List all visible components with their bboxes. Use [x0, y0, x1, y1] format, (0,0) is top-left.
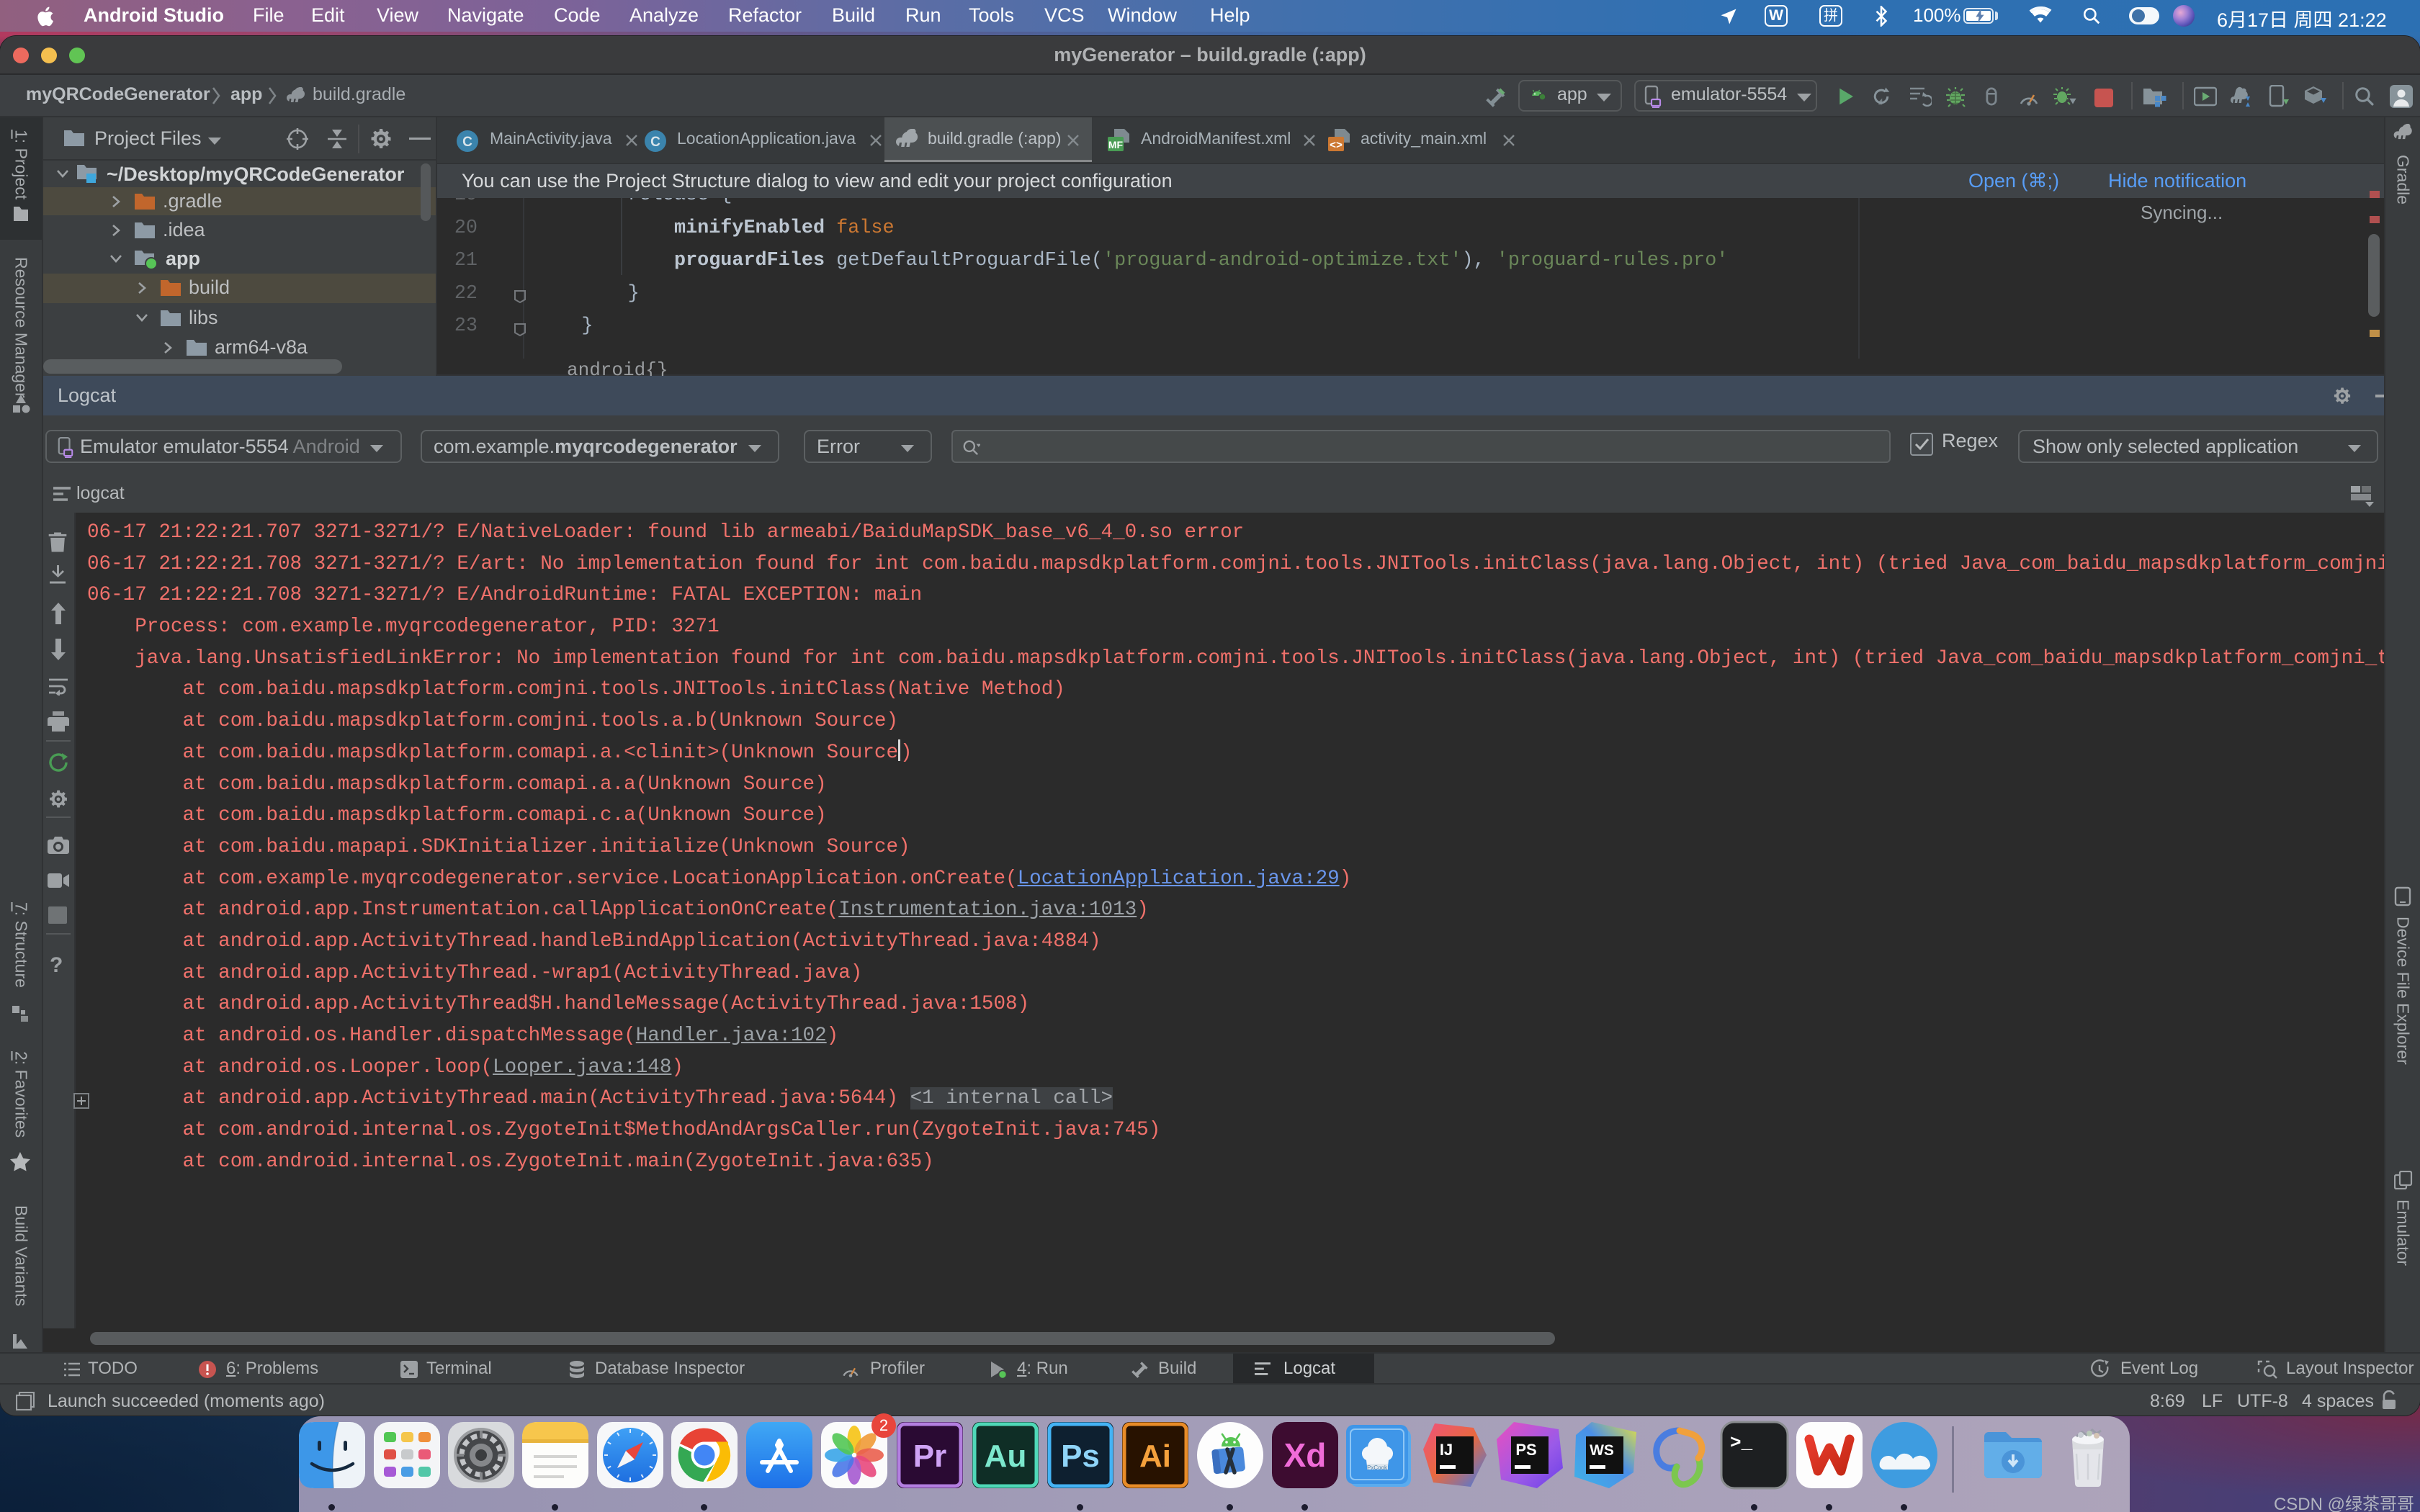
svg-text:>_: >_ — [1730, 1432, 1753, 1454]
svg-text:<>: <> — [1330, 140, 1343, 152]
svg-text:WS: WS — [1590, 1442, 1614, 1459]
svg-text:C: C — [462, 135, 472, 150]
svg-text:Ps: Ps — [1061, 1439, 1100, 1474]
svg-text:MF: MF — [1108, 139, 1124, 150]
svg-text:PS: PS — [1515, 1441, 1536, 1459]
svg-text:Au: Au — [985, 1439, 1027, 1474]
svg-text:Pr: Pr — [913, 1439, 946, 1474]
svg-text:C: C — [650, 135, 660, 150]
svg-text:Ai: Ai — [1139, 1439, 1171, 1474]
svg-text:Xd: Xd — [1284, 1436, 1327, 1474]
svg-text:IJ: IJ — [1440, 1441, 1453, 1459]
svg-text:PxCook: PxCook — [1367, 1464, 1388, 1471]
